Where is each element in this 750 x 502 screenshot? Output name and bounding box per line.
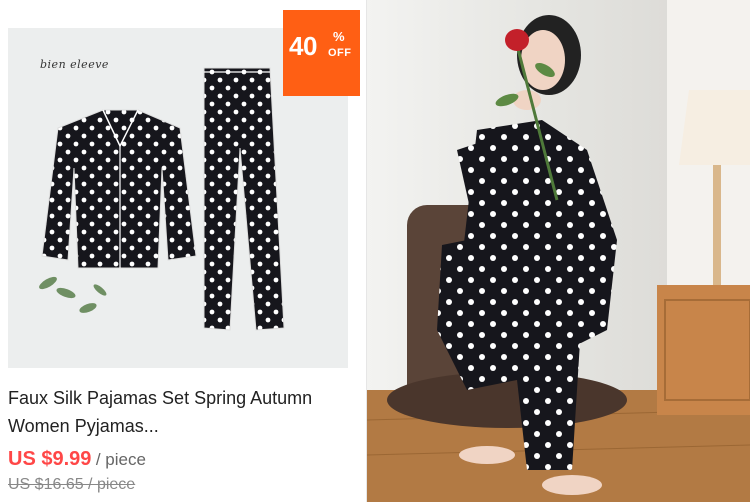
product-card[interactable]: bien eleeve 40 % OFF Faux Silk Pajamas S… xyxy=(0,0,367,502)
discount-off-label: OFF xyxy=(328,47,352,59)
sale-price: US $9.99 xyxy=(8,448,92,470)
lifestyle-photo[interactable] xyxy=(367,0,750,502)
discount-value: 40 xyxy=(289,31,317,61)
original-price: US $16.65 / piece xyxy=(8,476,136,493)
product-title[interactable]: Faux Silk Pajamas Set Spring Autumn Wome… xyxy=(8,384,358,440)
brand-logo: bien eleeve xyxy=(40,58,109,71)
price-row: US $9.99 / piece xyxy=(8,448,146,471)
discount-percent: % xyxy=(333,29,345,44)
price-unit: / piece xyxy=(95,450,146,469)
model-photo-illustration xyxy=(367,0,750,502)
discount-badge: 40 % OFF xyxy=(283,10,360,96)
